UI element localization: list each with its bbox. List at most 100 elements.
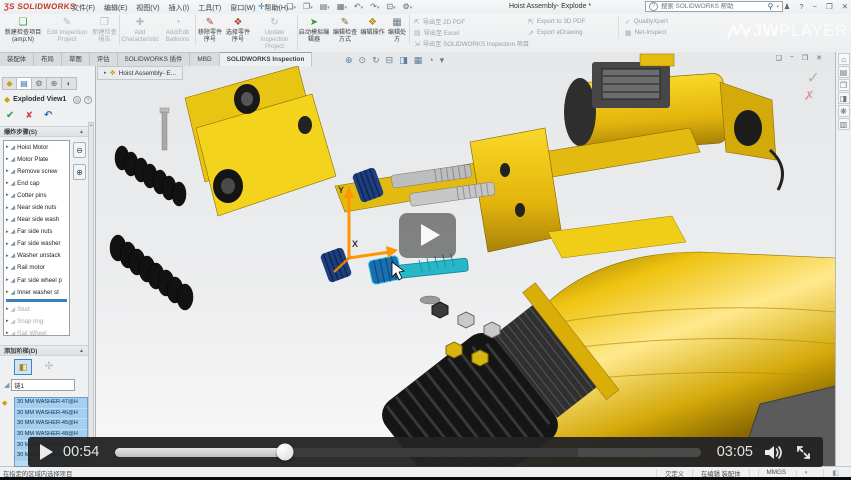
regular-step-button[interactable]: ◧	[14, 359, 32, 375]
titlebar-window-icon[interactable]: −	[813, 2, 817, 11]
panel-tab[interactable]: ◐	[62, 77, 77, 90]
explode-step-row[interactable]: ▸ ◢ Snap ring	[4, 315, 69, 327]
menu-item[interactable]: 编辑(E)	[104, 3, 127, 13]
expand-arrow-icon[interactable]: ▸	[6, 318, 9, 324]
titlebar-window-icon[interactable]: ✕	[842, 2, 848, 11]
taskpane-icon[interactable]: ❐	[838, 79, 850, 91]
graphics-viewport[interactable]: Y X ▸ ❖ Hoist Assembly- E... ⊕⊙↻⊟◨▦◔▾ ❑−…	[95, 52, 836, 466]
play-button[interactable]	[40, 444, 53, 460]
ribbon-button[interactable]: ◔ Add/Edit Balloons	[160, 15, 196, 44]
panel-tab[interactable]: ◆	[2, 77, 17, 90]
panel-tab[interactable]: ⚙	[32, 77, 47, 90]
explode-step-row[interactable]: ▸ ◢ Far side washer	[4, 238, 69, 250]
export-menu-item[interactable]: ⇱ 导出至 2D PDF	[414, 16, 524, 27]
headsup-icon[interactable]: ⊕	[345, 55, 353, 66]
explode-step-row[interactable]: ▸ ◢ End cap	[4, 177, 69, 189]
fullscreen-icon[interactable]	[796, 445, 811, 460]
headsup-icon[interactable]: ◨	[399, 55, 408, 66]
export-menu-item[interactable]: ⇲ 导出至 SOLIDWORKS Inspection 项目	[414, 38, 524, 49]
headsup-icon[interactable]: ⊟	[386, 55, 394, 66]
document-tab[interactable]: ▸ ❖ Hoist Assembly- E...	[97, 66, 183, 80]
ribbon-tab[interactable]: MBD	[190, 52, 219, 66]
volume-icon[interactable]	[765, 445, 784, 460]
quickbar-icon[interactable]: ⚙▾	[403, 2, 413, 11]
headsup-icon[interactable]: ↻	[372, 55, 380, 66]
explode-step-row[interactable]: ▸ ◢ Rail motor	[4, 262, 69, 274]
explode-step-row[interactable]: ▸ ◢ Near side nuts	[4, 201, 69, 213]
ribbon-button[interactable]: ✎ 编辑检查方式	[330, 15, 360, 44]
radial-step-button[interactable]: ✣	[40, 359, 58, 375]
doc-window-icon[interactable]: ❐	[802, 54, 808, 62]
expand-arrow-icon[interactable]: ▸	[6, 180, 9, 186]
expand-arrow-icon[interactable]: ▸	[6, 306, 9, 312]
ribbon-tab[interactable]: 草图	[62, 52, 90, 66]
explode-step-row[interactable]: ▸ ◢ Far side wheel p	[4, 274, 69, 286]
ribbon-button[interactable]: ❐ 新建检查报告	[90, 15, 120, 44]
quickbar-icon[interactable]: ⊡▾	[386, 2, 395, 11]
export-menu-item[interactable]: ▦ Net-Inspect	[625, 27, 668, 38]
menu-item[interactable]: 文件(F)	[72, 3, 95, 13]
quickbar-icon[interactable]: ▦▾	[337, 2, 347, 11]
export-menu-item[interactable]: ⇗ Export eDrawing	[528, 27, 585, 38]
expand-arrow-icon[interactable]: ▸	[6, 253, 9, 259]
search-dropdown-icon[interactable]: ▾	[776, 4, 779, 10]
add-step-header[interactable]: 添加阶梯(D)▲	[0, 345, 88, 356]
explode-step-row[interactable]: ▸ ◢ Far side nuts	[4, 226, 69, 238]
explode-step-row[interactable]: ▸ ◢ Stud	[4, 303, 69, 315]
ribbon-tab[interactable]: SOLIDWORKS Inspection	[220, 52, 313, 66]
undo-button[interactable]: ↶	[44, 110, 52, 121]
ribbon-button[interactable]: ✎ Edit Inspection Project	[44, 15, 90, 44]
search-box[interactable]: ? ⚲ ▾	[645, 1, 783, 12]
explode-step-row[interactable]: ▸ ◢	[6, 299, 67, 302]
panel-scrollbar[interactable]: ▲▼	[88, 122, 94, 460]
quickbar-icon[interactable]: ↶▾	[354, 2, 363, 11]
search-icon[interactable]: ⚲	[768, 2, 774, 11]
explode-step-row[interactable]: ▸ ◢ Near side wash	[4, 214, 69, 226]
cancel-button[interactable]: ✘	[25, 110, 33, 121]
quickbar-icon[interactable]: ↷▾	[370, 2, 379, 11]
headsup-icon[interactable]: ⊙	[359, 55, 367, 66]
expand-arrow-icon[interactable]: ▸	[6, 265, 9, 271]
selected-component-row[interactable]: 30 MM WASHER-46@H	[15, 409, 87, 420]
seek-handle[interactable]	[277, 444, 294, 461]
explode-step-row[interactable]: ▸ ◢ Rail Wheel	[4, 327, 69, 336]
step-name-input[interactable]	[11, 379, 75, 391]
menu-item[interactable]: 插入(I)	[169, 3, 190, 13]
menu-item[interactable]: 工具(T)	[198, 3, 221, 13]
pin-icon[interactable]: ⊙	[73, 96, 81, 104]
expand-arrow-icon[interactable]: ▸	[6, 144, 9, 150]
ribbon-button[interactable]: ✎ 移除零件序号	[196, 15, 224, 44]
titlebar-window-icon[interactable]: ?	[799, 2, 803, 11]
confirm-cancel-icon[interactable]: ✗	[799, 88, 820, 104]
taskpane-icon[interactable]: ▥	[838, 118, 850, 130]
titlebar-window-icon[interactable]: ♟	[784, 2, 791, 11]
expand-arrow-icon[interactable]: ▸	[6, 330, 9, 336]
explode-step-row[interactable]: ▸ ◢ Remove screw	[4, 165, 69, 177]
ribbon-tab[interactable]: 布局	[34, 52, 62, 66]
expand-arrow-icon[interactable]: ▸	[6, 229, 9, 235]
headsup-icon[interactable]: ▾	[440, 55, 445, 66]
expand-arrow-icon[interactable]: ▸	[6, 156, 9, 162]
ribbon-tab[interactable]: SOLIDWORKS 插件	[118, 52, 191, 66]
ribbon-button[interactable]: ✚ Add Characteristic	[120, 15, 160, 44]
flyout-arrow-icon[interactable]: ▸	[104, 70, 107, 76]
explode-steps-header[interactable]: 爆炸步骤(S)▲	[0, 126, 88, 137]
doc-window-icon[interactable]: ❑	[775, 54, 781, 62]
ribbon-tab[interactable]: 评估	[90, 52, 118, 66]
confirm-ok-icon[interactable]: ✓	[807, 68, 820, 88]
quickbar-icon[interactable]: ❐▾	[303, 2, 313, 11]
search-input[interactable]	[661, 3, 765, 10]
ribbon-button[interactable]: ❏ 新建检查项目(amp;N)	[2, 15, 44, 44]
help-icon[interactable]: ?	[84, 96, 92, 104]
expand-arrow-icon[interactable]: ▸	[6, 205, 9, 211]
expand-arrow-icon[interactable]: ▸	[6, 277, 9, 283]
export-menu-item[interactable]: ✓ QualityXpert	[625, 16, 668, 27]
taskpane-icon[interactable]: ▤	[838, 66, 850, 78]
ribbon-button[interactable]: ❖ 编辑操作	[360, 15, 385, 37]
explode-step-row[interactable]: ▸ ◢ Washer unstack	[4, 250, 69, 262]
panel-tab[interactable]: ⊕	[47, 77, 62, 90]
selected-component-row[interactable]: 30 MM WASHER-47@H	[15, 398, 87, 409]
collapse-icon[interactable]: ▲	[79, 127, 84, 138]
titlebar-window-icon[interactable]: ❐	[826, 2, 833, 11]
export-menu-item[interactable]: ▤ 导出至 Excel	[414, 27, 524, 38]
